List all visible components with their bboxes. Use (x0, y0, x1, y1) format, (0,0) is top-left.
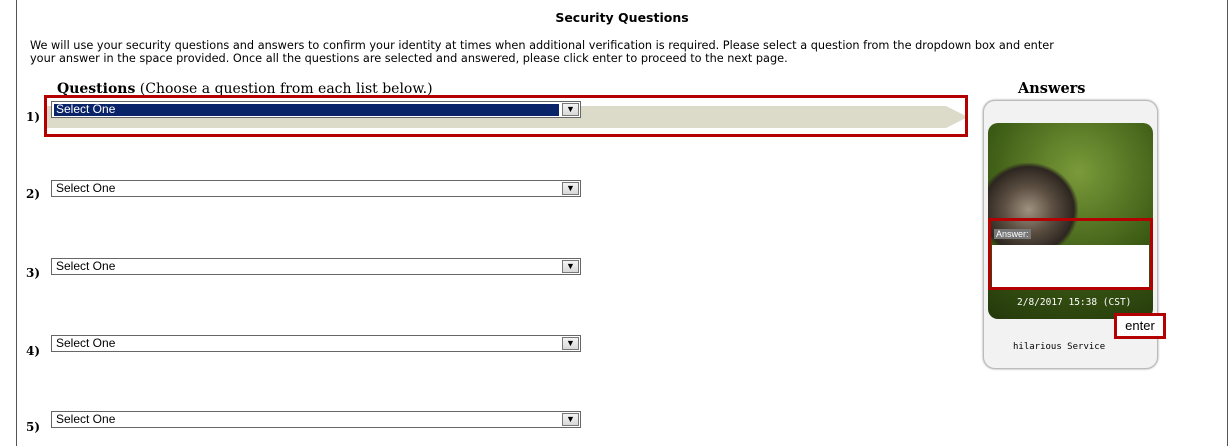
enter-button[interactable]: enter (1114, 313, 1166, 339)
page-frame: Security Questions We will use your secu… (16, 0, 1228, 446)
question-select-5[interactable]: Select One ▼ (51, 411, 581, 428)
question-number-5: 5) (26, 420, 41, 434)
intro-line-1: We will use your security questions and … (30, 39, 1054, 52)
question-number-3: 3) (26, 266, 41, 280)
chevron-down-icon[interactable]: ▼ (562, 260, 579, 273)
chevron-down-icon[interactable]: ▼ (562, 182, 579, 195)
question-number-4: 4) (26, 344, 41, 358)
question-number-1: 1) (26, 110, 41, 124)
intro-line-2: your answer in the space provided. Once … (30, 52, 788, 65)
chevron-down-icon[interactable]: ▼ (562, 337, 579, 350)
timestamp: 2/8/2017 15:38 (CST) (1017, 297, 1132, 308)
chevron-down-icon[interactable]: ▼ (562, 413, 579, 426)
service-label: hilarious Service (1013, 342, 1106, 352)
question-select-2-value: Select One (56, 181, 116, 195)
question-select-4-value: Select One (56, 336, 116, 350)
answers-header: Answers (1018, 80, 1086, 97)
question-select-3[interactable]: Select One ▼ (51, 258, 581, 275)
question-1-highlight-box (44, 95, 968, 137)
question-select-2[interactable]: Select One ▼ (51, 180, 581, 197)
question-select-4[interactable]: Select One ▼ (51, 335, 581, 352)
question-number-2: 2) (26, 187, 41, 201)
intro-text: We will use your security questions and … (30, 39, 1210, 65)
question-select-3-value: Select One (56, 259, 116, 273)
answer-highlight-box (988, 218, 1153, 290)
page-title: Security Questions (555, 10, 689, 25)
question-select-5-value: Select One (56, 412, 116, 426)
